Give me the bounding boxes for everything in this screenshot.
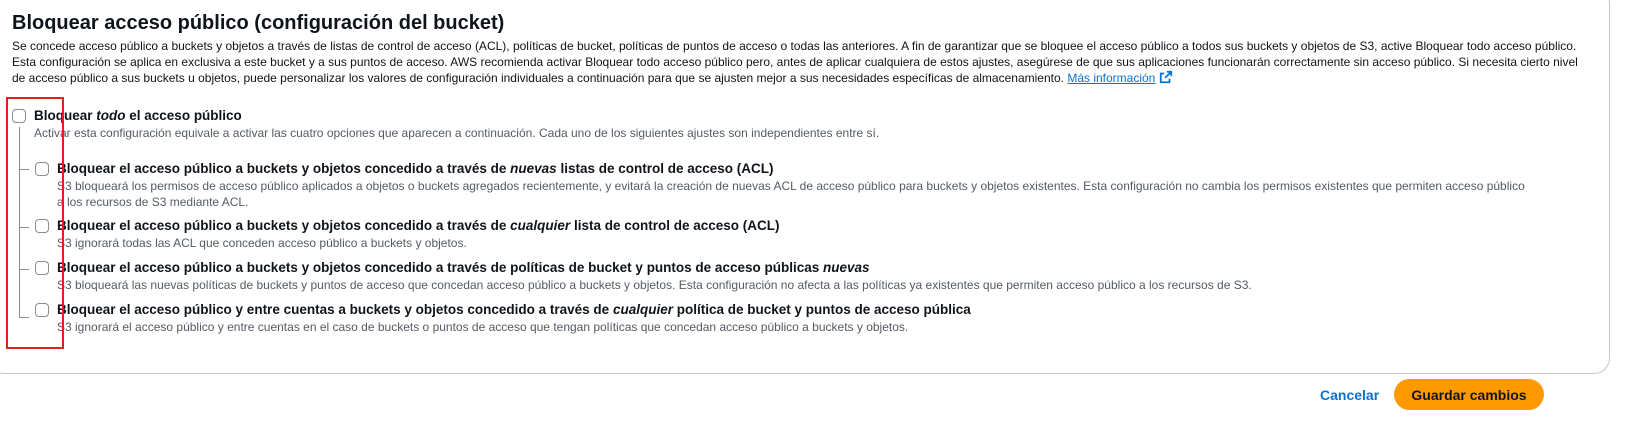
section-description: Se concede acceso público a buckets y ob… — [12, 39, 1592, 87]
more-info-label: Más información — [1067, 71, 1156, 85]
block-any-policies-description: S3 ignorará el acceso público y entre cu… — [57, 320, 909, 334]
block-any-acl-description: S3 ignorará todas las ACL que conceden a… — [57, 236, 467, 250]
block-any-policies-label[interactable]: Bloquear el acceso público y entre cuent… — [57, 301, 971, 319]
label-part: Bloquear el acceso público a buckets y o… — [57, 218, 511, 233]
block-any-acl-label[interactable]: Bloquear el acceso público a buckets y o… — [57, 217, 779, 235]
label-part: Bloquear el acceso público a buckets y o… — [57, 260, 823, 275]
label-part: Bloquear el acceso público y entre cuent… — [57, 302, 613, 317]
description-text: Se concede acceso público a buckets y ob… — [12, 39, 1578, 85]
label-emphasis: nuevas — [823, 260, 870, 275]
block-new-policies-description: S3 bloqueará las nuevas políticas de buc… — [57, 278, 1252, 292]
cancel-button[interactable]: Cancelar — [1310, 380, 1389, 410]
section-title: Bloquear acceso público (configuración d… — [12, 12, 505, 34]
more-info-link[interactable]: Más información — [1067, 70, 1173, 85]
label-emphasis: cualquier — [612, 302, 673, 317]
external-link-icon — [1160, 70, 1173, 84]
label-emphasis: todo — [96, 108, 126, 123]
block-all-label[interactable]: Bloquear todo el acceso público — [34, 107, 242, 125]
label-emphasis: cualquier — [510, 218, 571, 233]
block-new-acl-description: S3 bloqueará los permisos de acceso públ… — [57, 179, 1525, 209]
label-part: política de bucket y puntos de acceso pú… — [672, 302, 971, 317]
label-part: lista de control de acceso (ACL) — [570, 218, 780, 233]
block-new-acl-label[interactable]: Bloquear el acceso público a buckets y o… — [57, 160, 774, 178]
block-new-policies-label[interactable]: Bloquear el acceso público a buckets y o… — [57, 259, 870, 277]
label-part: listas de control de acceso (ACL) — [556, 161, 774, 176]
save-changes-button[interactable]: Guardar cambios — [1394, 379, 1544, 410]
label-part: Bloquear el acceso público a buckets y o… — [57, 161, 511, 176]
label-part: el acceso público — [125, 108, 242, 123]
block-all-description: Activar esta configuración equivale a ac… — [34, 126, 880, 140]
checkbox-highlight-box — [6, 97, 64, 349]
label-emphasis: nuevas — [510, 161, 557, 176]
